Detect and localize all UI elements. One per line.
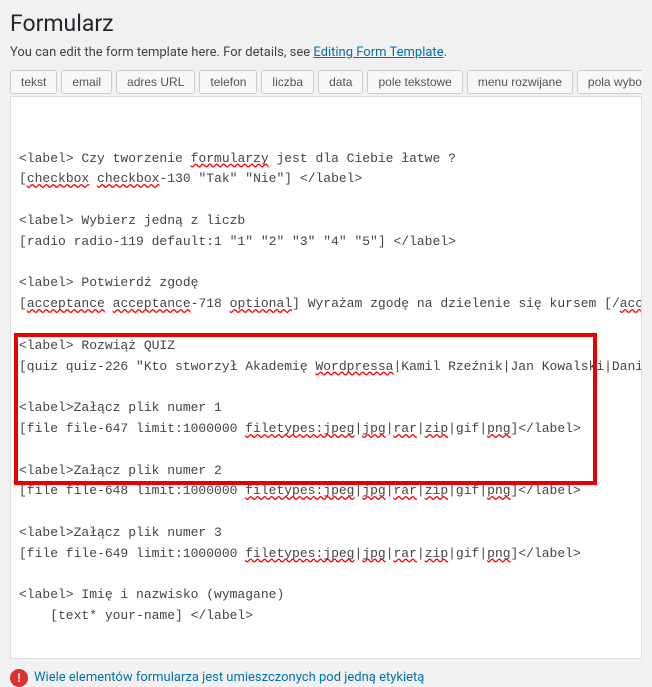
page-title: Formularz — [10, 10, 642, 37]
form-template-editor[interactable]: <label> Czy tworzenie formularzy jest dl… — [10, 96, 642, 659]
editor-line[interactable] — [19, 502, 633, 523]
description-text-before: You can edit the form template here. For… — [10, 45, 313, 60]
warning-icon: ! — [10, 669, 28, 687]
editor-line[interactable] — [19, 315, 633, 336]
form-description: You can edit the form template here. For… — [10, 45, 642, 60]
tag-button-data[interactable]: data — [318, 70, 363, 94]
editor-line[interactable]: <label>Załącz plik numer 2 — [19, 461, 633, 482]
tag-button-pole-tekstowe[interactable]: pole tekstowe — [367, 70, 462, 94]
editor-line[interactable] — [19, 377, 633, 398]
tag-button-menu-rozwijane[interactable]: menu rozwijane — [467, 70, 573, 94]
editor-line[interactable]: [radio radio-119 default:1 "1" "2" "3" "… — [19, 232, 633, 253]
editor-line[interactable]: [file file-647 limit:1000000 filetypes:j… — [19, 419, 633, 440]
editor-line[interactable]: <label>Załącz plik numer 1 — [19, 398, 633, 419]
editor-line[interactable] — [19, 627, 633, 648]
editor-line[interactable]: <label> Rozwiąż QUIZ — [19, 336, 633, 357]
tag-button-liczba[interactable]: liczba — [261, 70, 314, 94]
editor-line[interactable]: <label>Załącz plik numer 3 — [19, 523, 633, 544]
editor-line[interactable] — [19, 565, 633, 586]
editor-line[interactable] — [19, 253, 633, 274]
editor-line[interactable]: <label> Potwierdź zgodę — [19, 273, 633, 294]
editor-line[interactable]: [acceptance acceptance-718 optional] Wyr… — [19, 294, 633, 315]
editing-template-link[interactable]: Editing Form Template — [313, 45, 443, 60]
tag-button-telefon[interactable]: telefon — [199, 70, 257, 94]
editor-line[interactable]: [quiz quiz-226 "Kto stworzył Akademię Wo… — [19, 357, 633, 378]
tag-button-pola-wyboru[interactable]: pola wyboru — [577, 70, 642, 94]
editor-line[interactable]: [file file-648 limit:1000000 filetypes:j… — [19, 481, 633, 502]
tag-button-tekst[interactable]: tekst — [10, 70, 57, 94]
editor-line[interactable] — [19, 190, 633, 211]
description-text-after: . — [444, 45, 447, 60]
editor-line[interactable]: <label> Czy tworzenie formularzy jest dl… — [19, 149, 633, 170]
config-error-link[interactable]: Wiele elementów formularza jest umieszcz… — [34, 670, 424, 685]
editor-line[interactable]: <label> Imię i nazwisko (wymagane) — [19, 585, 633, 606]
editor-line[interactable]: [file file-649 limit:1000000 filetypes:j… — [19, 544, 633, 565]
editor-line[interactable] — [19, 440, 633, 461]
config-error-row: ! Wiele elementów formularza jest umiesz… — [10, 669, 642, 687]
editor-line[interactable]: [checkbox checkbox-130 "Tak" "Nie"] </la… — [19, 169, 633, 190]
tag-button-adres-URL[interactable]: adres URL — [116, 70, 195, 94]
editor-line[interactable]: <label> Wybierz jedną z liczb — [19, 211, 633, 232]
editor-line[interactable]: [text* your-name] </label> — [19, 606, 633, 627]
tag-generator-buttons: tekstemailadres URLtelefonliczbadatapole… — [10, 70, 642, 94]
tag-button-email[interactable]: email — [61, 70, 112, 94]
